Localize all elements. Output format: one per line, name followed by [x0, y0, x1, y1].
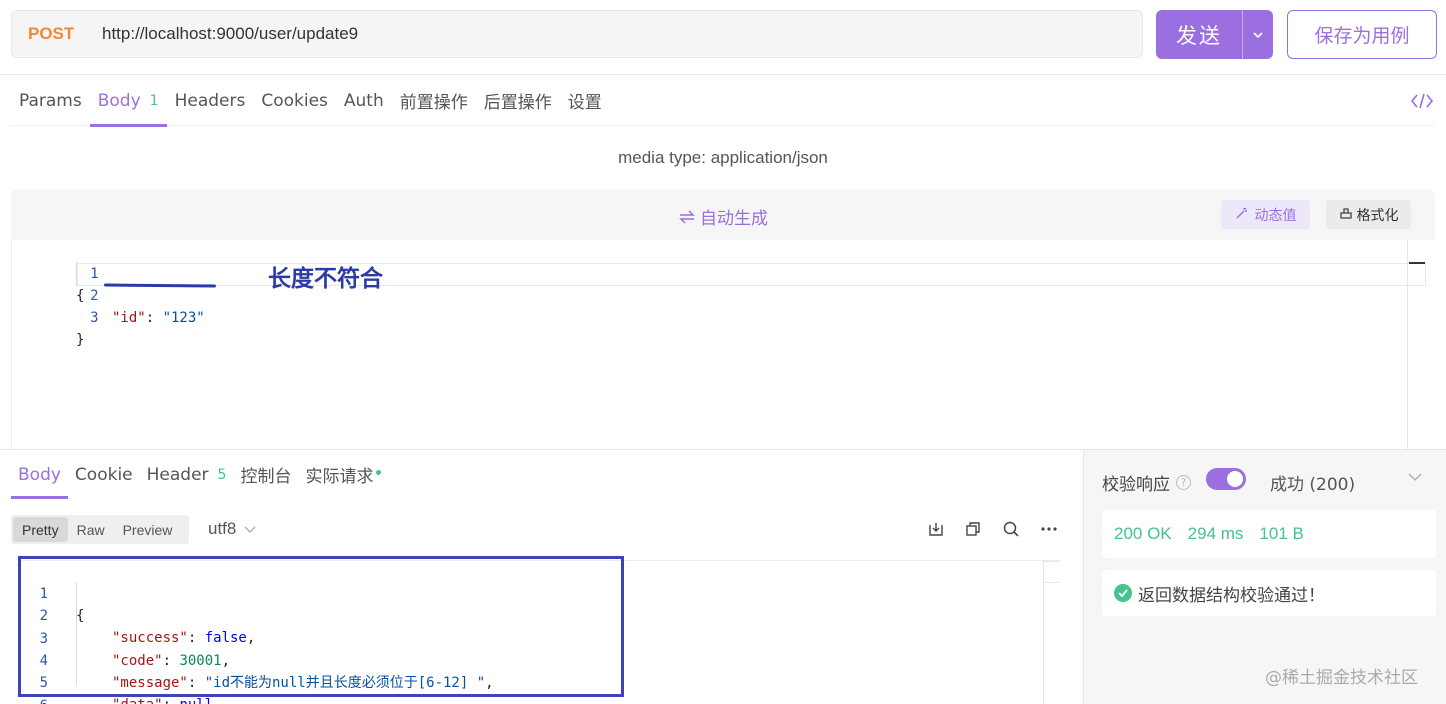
- resp-tab-cookie[interactable]: Cookie: [68, 450, 140, 499]
- tab-label: 前置操作: [399, 93, 468, 113]
- url-bar[interactable]: POST http://localhost:9000/user/update9: [11, 10, 1143, 58]
- json-value: "123": [162, 310, 205, 326]
- tab-label: Body: [97, 90, 141, 111]
- tab-params[interactable]: Params: [11, 76, 90, 126]
- validation-result: 返回数据结构校验通过！: [1102, 570, 1436, 616]
- request-tabs: Params Body 1 Headers Cookies Auth 前置操作 后…: [11, 76, 1435, 127]
- verify-toggle[interactable]: [1206, 468, 1246, 490]
- status-code: 200 OK: [1114, 524, 1172, 543]
- encoding-select[interactable]: utf8: [208, 519, 256, 539]
- auto-generate-label: 自动生成: [700, 209, 768, 229]
- chevron-down-icon: [244, 519, 256, 539]
- line-number: 3: [90, 310, 99, 326]
- json-key: "id": [112, 310, 146, 326]
- tab-body[interactable]: Body 1: [89, 76, 167, 127]
- json-key: "data": [112, 697, 163, 704]
- tab-label: Auth: [343, 90, 384, 111]
- encoding-value: utf8: [208, 519, 237, 538]
- copy-icon[interactable]: [963, 519, 983, 539]
- send-button[interactable]: 发送: [1156, 10, 1273, 59]
- json-value: null: [179, 697, 213, 704]
- response-size: 101 B: [1259, 524, 1304, 543]
- view-preview[interactable]: Preview: [114, 517, 182, 542]
- code-line: 3 }: [12, 285, 99, 348]
- tab-label: 实际请求: [305, 467, 374, 487]
- tab-post-operations[interactable]: 后置操作: [476, 76, 560, 126]
- dynamic-value-label: 动态值: [1254, 207, 1297, 224]
- scroll-position-marker: [1409, 262, 1425, 264]
- resp-tab-body[interactable]: Body: [11, 450, 68, 499]
- line-text: }: [76, 332, 85, 348]
- response-time: 294 ms: [1187, 524, 1244, 543]
- status-dot: [376, 470, 382, 475]
- tab-label: 设置: [567, 93, 602, 113]
- help-icon[interactable]: ?: [1176, 475, 1191, 490]
- annotation-note: 长度不符合: [268, 266, 383, 292]
- download-icon[interactable]: [926, 519, 946, 539]
- code-line: 2 "id": "123": [12, 263, 205, 326]
- highlight-box: [18, 556, 624, 697]
- tab-headers[interactable]: Headers: [167, 76, 254, 126]
- magic-wand-icon: [1235, 206, 1249, 224]
- method-selector[interactable]: POST: [12, 24, 102, 44]
- tab-label: Cookies: [261, 90, 328, 111]
- format-button[interactable]: 格式化: [1326, 200, 1411, 229]
- validation-message: 返回数据结构校验通过！: [1138, 585, 1325, 606]
- resp-tab-actual-request[interactable]: 实际请求: [298, 450, 388, 499]
- tab-label: Headers: [174, 90, 246, 111]
- resp-tab-header[interactable]: Header 5: [140, 450, 234, 499]
- swap-icon: [678, 209, 696, 229]
- resp-tab-console[interactable]: 控制台: [233, 450, 298, 499]
- tab-settings[interactable]: 设置: [560, 76, 610, 126]
- response-case-select[interactable]: 成功 (200): [1270, 470, 1355, 495]
- tab-count-badge: 5: [217, 466, 227, 483]
- response-stats: 200 OK 294 ms 101 B: [1102, 510, 1436, 558]
- tab-pre-operations[interactable]: 前置操作: [392, 76, 476, 126]
- send-options-chevron-icon[interactable]: [1242, 10, 1273, 59]
- tab-label: Header: [146, 464, 209, 485]
- tab-label: Params: [19, 90, 82, 111]
- code-line: 1 {: [12, 241, 99, 304]
- watermark: @稀土掘金技术社区: [1265, 668, 1418, 688]
- broom-icon: [1339, 206, 1353, 224]
- tab-auth[interactable]: Auth: [336, 76, 392, 126]
- search-icon[interactable]: [1001, 519, 1021, 539]
- format-label: 格式化: [1356, 207, 1399, 224]
- verify-label-text: 校验响应: [1102, 475, 1170, 495]
- url-input[interactable]: http://localhost:9000/user/update9: [102, 24, 358, 44]
- view-mode-switch: Pretty Raw Preview: [11, 515, 189, 544]
- line-number: 2: [90, 288, 99, 304]
- dynamic-value-button[interactable]: 动态值: [1221, 200, 1310, 229]
- tab-label: 后置操作: [483, 93, 552, 113]
- tab-cookies[interactable]: Cookies: [253, 76, 336, 126]
- send-button-label: 发送: [1176, 23, 1222, 48]
- editor-scrollbar[interactable]: [1407, 240, 1426, 450]
- tab-label: 控制台: [240, 467, 292, 487]
- response-tabs: Body Cookie Header 5 控制台 实际请求: [11, 450, 388, 499]
- check-circle-icon: [1114, 584, 1132, 602]
- tab-label: Cookie: [74, 464, 133, 485]
- tab-label: Body: [18, 464, 61, 485]
- code-view-icon[interactable]: [1409, 90, 1435, 112]
- view-pretty[interactable]: Pretty: [13, 517, 68, 542]
- toggle-knob: [1227, 471, 1243, 487]
- body-code-editor[interactable]: 1 { 2 "id": "123" 3 }: [11, 240, 1435, 450]
- view-raw[interactable]: Raw: [68, 517, 114, 542]
- tab-count-badge: 1: [149, 92, 159, 109]
- chevron-down-icon[interactable]: [1407, 470, 1423, 488]
- json-separator: :: [145, 310, 163, 326]
- body-editor-toolbar: 自动生成 动态值 格式化: [11, 189, 1435, 240]
- response-scrollbar[interactable]: [1043, 561, 1060, 704]
- more-icon[interactable]: [1039, 519, 1059, 539]
- media-type-label: media type: application/json: [618, 148, 828, 167]
- verify-response-label: 校验响应 ?: [1102, 470, 1191, 495]
- save-as-case-button[interactable]: 保存为用例: [1287, 10, 1437, 59]
- line-number: 1: [90, 266, 99, 282]
